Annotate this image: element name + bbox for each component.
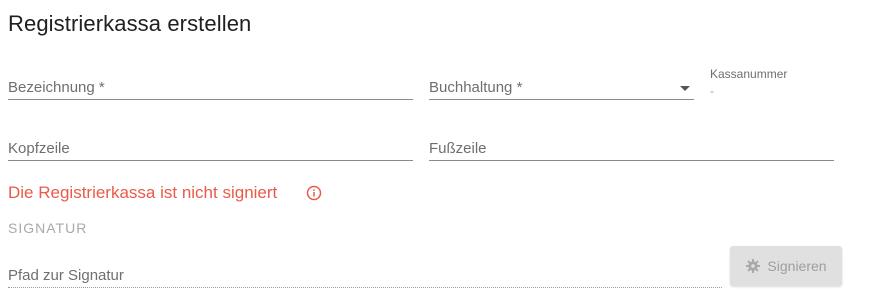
signieren-button-label: Signieren <box>767 258 827 274</box>
bezeichnung-field[interactable]: Bezeichnung * <box>8 70 413 100</box>
kassanummer-display: Kassanummer - <box>710 67 787 98</box>
bezeichnung-underline <box>8 99 413 100</box>
buchhaltung-label: Buchhaltung * <box>429 79 523 96</box>
signatur-path-label: Pfad zur Signatur <box>8 267 124 284</box>
kassanummer-value: - <box>710 84 714 98</box>
info-icon[interactable] <box>306 185 322 201</box>
kopfzeile-underline <box>8 160 413 161</box>
kopfzeile-label: Kopfzeile <box>8 140 70 157</box>
not-signed-warning: Die Registrierkassa ist nicht signiert <box>8 183 322 203</box>
kopfzeile-field[interactable]: Kopfzeile <box>8 131 413 161</box>
buchhaltung-underline <box>429 99 694 100</box>
fusszeile-label: Fußzeile <box>429 140 487 157</box>
buchhaltung-select[interactable]: Buchhaltung * <box>429 70 694 100</box>
fusszeile-underline <box>429 160 834 161</box>
dropdown-arrow-icon[interactable] <box>680 86 690 91</box>
signatur-path-underline <box>8 287 722 288</box>
bezeichnung-label: Bezeichnung * <box>8 79 105 96</box>
kassanummer-label: Kassanummer <box>710 67 788 81</box>
signatur-path-field[interactable]: Pfad zur Signatur <box>8 258 722 288</box>
page-title: Registrierkassa erstellen <box>8 11 252 36</box>
warning-text: Die Registrierkassa ist nicht signiert <box>8 183 278 202</box>
signieren-button[interactable]: Signieren <box>730 246 842 286</box>
gear-icon <box>745 258 761 274</box>
fusszeile-field[interactable]: Fußzeile <box>429 131 834 161</box>
signatur-section-label: SIGNATUR <box>8 220 88 236</box>
